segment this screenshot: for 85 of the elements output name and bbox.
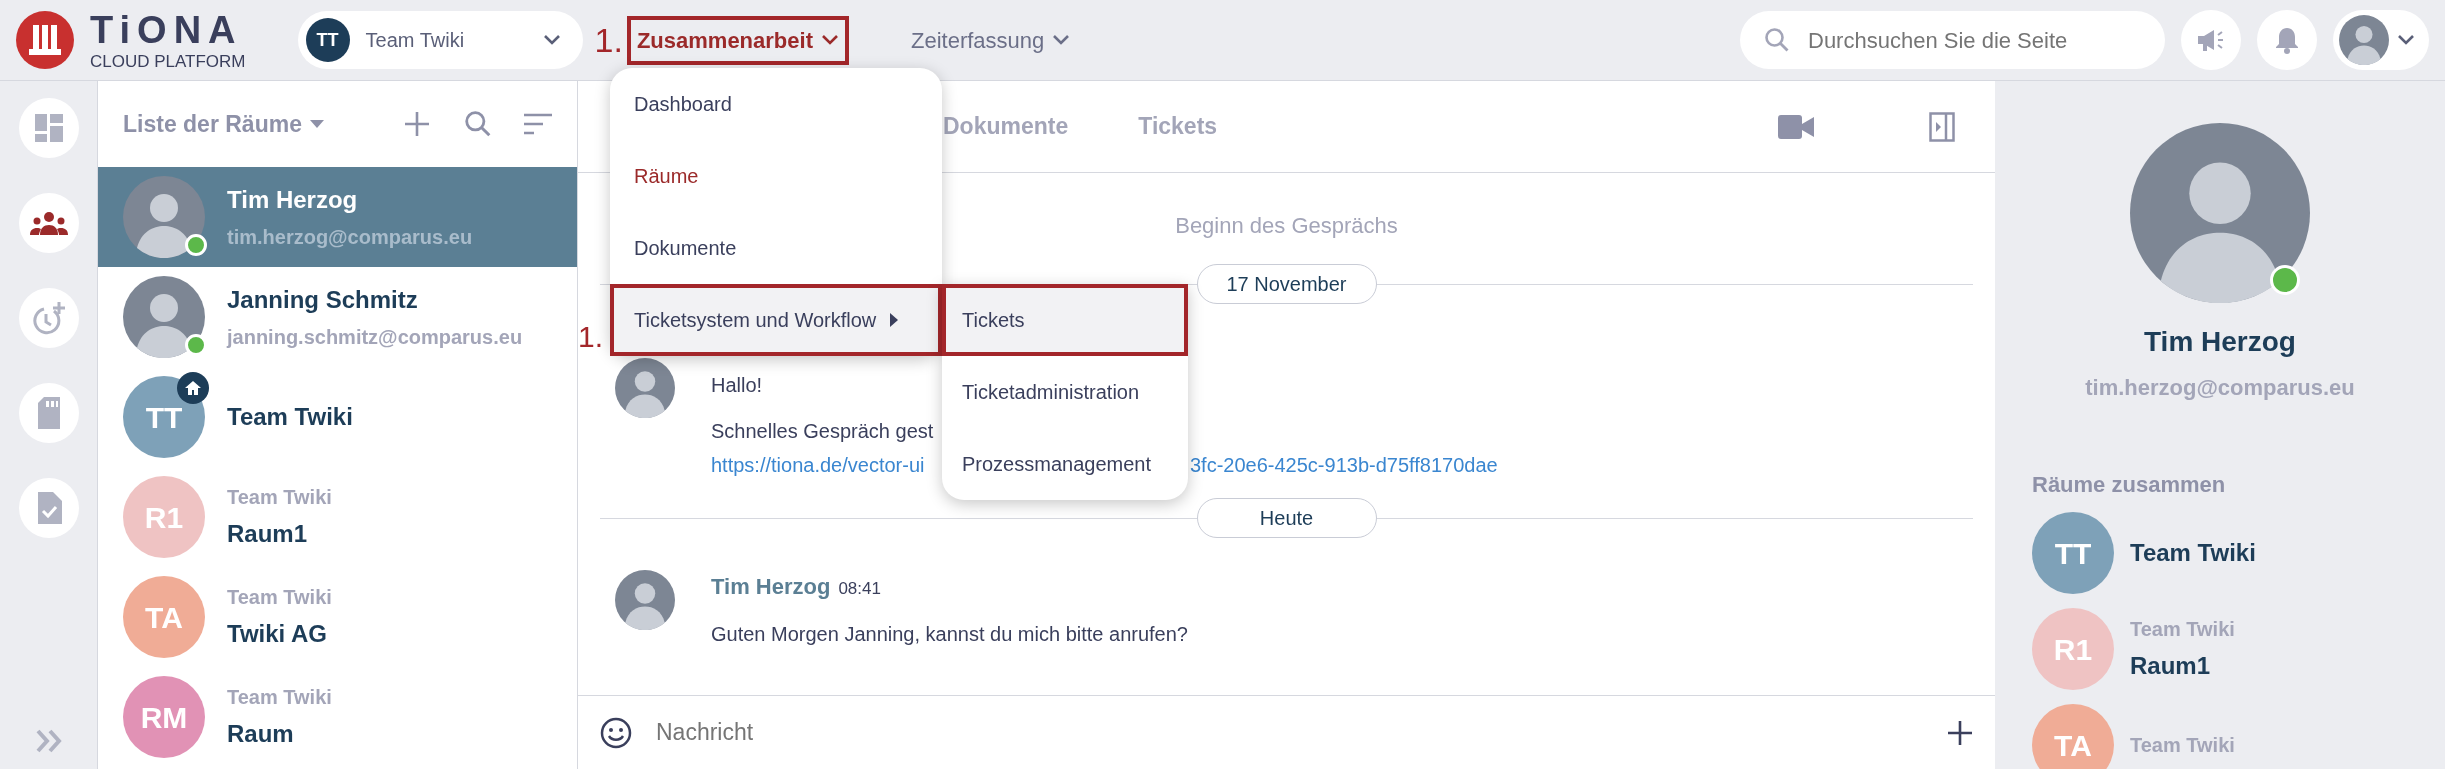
people-icon [29,211,68,235]
nav-menu[interactable]: Zusammenarbeit [630,19,845,61]
room-team: Team Twiki [2130,617,2235,642]
annotation-label: 1. [578,322,604,352]
profile-name: Tim Herzog [2144,325,2296,359]
sort-icon[interactable] [524,113,552,135]
dashboard-icon [33,113,64,143]
room-team: Team Twiki [227,585,332,610]
room-team: Team Twiki [227,685,332,710]
room-team: Team Twiki [2130,733,2235,758]
initials-avatar: R1 [123,476,205,558]
chevron-down-icon [2397,34,2415,46]
room-name: Raum [227,719,295,749]
room-team: Team Twiki [227,485,332,510]
logo-title: TiONA [90,10,244,49]
search-input[interactable]: Durchsuchen Sie die Seite [1806,22,2141,58]
room-email: janning.schmitz@comparus.eu [227,325,523,350]
chevron-down-icon [542,34,561,46]
menu-item[interactable]: Ticketsystem und Workflow [610,284,942,356]
initials-avatar: TT [123,376,205,458]
search-icon[interactable] [464,110,492,138]
nav-menu[interactable]: Zeiterfassung [904,19,1077,61]
add-icon[interactable] [1947,719,1973,746]
profile-email: tim.herzog@comparus.eu [2085,374,2355,402]
message-text: Hallo! [711,373,763,398]
avatar-placeholder [2339,15,2389,65]
initials-avatar: RM [123,676,205,758]
expand-icon[interactable] [35,729,62,753]
submenu-item[interactable]: Ticketadministration [942,356,1188,428]
megaphone-icon [2196,27,2226,53]
room-name: Team Twiki [2130,538,2256,568]
room-list-item[interactable]: RM Team Twiki Raum [98,667,577,767]
room-name: Raum1 [227,519,309,549]
initials-avatar: R1 [2032,608,2114,690]
message-link[interactable]: 3fc-20e6-425c-913b-d75ff8170dae [1190,450,1498,480]
room-list-item[interactable]: TT Team Twiki [1995,505,2445,601]
menu-item[interactable]: Dashboard [610,68,942,140]
team-selector[interactable]: TT Team Twiki [297,11,583,69]
room-list-item[interactable]: Janning Schmitz janning.schmitz@comparus.eu [98,267,577,367]
submenu-item[interactable]: Prozessmanagement [942,428,1188,500]
message-link[interactable]: https://tiona.de/vector-ui [711,450,925,480]
initials-avatar: TT [2032,512,2114,594]
date-separator: 17 November [1196,264,1377,304]
search-icon [1764,27,1790,53]
room-email: tim.herzog@comparus.eu [227,225,473,250]
logo-icon [16,11,74,69]
clock-plus-icon [31,301,66,335]
room-name: Raum1 [2130,651,2212,681]
room-list-item[interactable]: Tim Herzog tim.herzog@comparus.eu [98,167,577,267]
avatar-placeholder [615,570,675,630]
message-text: Guten Morgen Janning, kannst du mich bitte anrufen? [711,622,1188,647]
room-name: Twiki AG [227,619,328,649]
memory-card-icon [35,397,62,429]
room-name: Janning Schmitz [227,285,419,315]
room-name: Tim Herzog [227,185,359,215]
bell-icon [2274,26,2300,54]
message-text: Schnelles Gespräch gest [711,419,934,444]
avatar-placeholder [615,358,675,418]
annotation-label: 1. [594,23,623,57]
initials-avatar: TA [123,576,205,658]
logo-subtitle: CLOUD PLATFORM [90,52,246,70]
search-field[interactable]: Durchsuchen Sie die Seite [1740,11,2165,69]
message-time: 08:41 [838,578,881,600]
menu-item[interactable]: Dokumente [610,212,942,284]
submenu-item[interactable]: Tickets [942,284,1188,356]
date-separator: Heute [1196,498,1377,538]
room-list-item[interactable]: R1 Team Twiki Raum1 [98,467,577,567]
caret-right-icon [890,313,899,327]
initials-avatar: TT [305,18,350,62]
conversation-start-note: Beginn des Gesprächs [1175,212,1398,240]
document-check-icon [35,492,62,524]
room-name: Team Twiki [227,402,353,432]
menu-item[interactable]: Räume [610,140,942,212]
video-camera-icon[interactable] [1778,114,1814,139]
room-list-item[interactable]: TA Team Twiki Twiki AG [98,567,577,667]
room-list-item[interactable]: TT Team Twiki [98,367,577,467]
emoji-icon[interactable] [600,716,632,749]
initials-avatar: TA [2032,704,2114,769]
caret-icon [309,120,324,128]
section-title: Räume zusammen [2031,471,2227,499]
room-list-item[interactable]: R1 Team Twiki Raum1 [1995,601,2445,697]
chevron-down-icon [1052,34,1071,46]
message-author: Tim Herzog [711,573,831,601]
chevron-down-icon [820,34,839,46]
side-panel-icon[interactable] [1929,111,1955,142]
